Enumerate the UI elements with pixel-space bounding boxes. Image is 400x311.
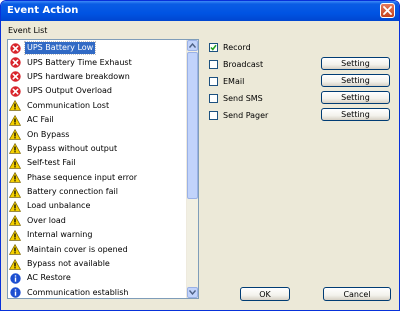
event-list-rows: UPS Battery Low UPS Battery Time Exhaust U… (9, 41, 187, 298)
email-checkbox[interactable] (209, 76, 218, 86)
error-icon (9, 85, 21, 97)
event-list-item[interactable]: Internal warning (9, 228, 187, 242)
window-title: Event Action (7, 5, 79, 16)
event-list-item-label: Internal warning (27, 230, 93, 240)
event-list-item[interactable]: AC Fail (9, 113, 187, 127)
pager-checkbox[interactable] (209, 110, 218, 120)
cancel-button[interactable]: Cancel (323, 287, 391, 301)
warning-icon (9, 143, 21, 155)
event-list-item[interactable]: Communication establish (9, 286, 187, 298)
warning-icon (9, 215, 21, 227)
arrow-down-icon (189, 290, 196, 295)
event-list-item[interactable]: Phase sequence input error (9, 171, 187, 185)
pager-setting-button[interactable]: Setting (321, 108, 390, 121)
record-label: Record (223, 42, 251, 52)
event-list-item[interactable]: Maintain cover is opened (9, 242, 187, 256)
email-option[interactable]: EMail (209, 75, 244, 87)
event-list-item-label: UPS Battery Time Exhaust (27, 57, 132, 67)
sms-option[interactable]: Send SMS (209, 92, 263, 104)
warning-icon (9, 244, 21, 256)
event-list-item-label: AC Restore (27, 273, 71, 283)
sms-label: Send SMS (223, 93, 263, 103)
event-list-item-label: Self-test Fail (27, 158, 76, 168)
warning-icon (9, 186, 21, 198)
event-list-item[interactable]: UPS Output Overload (9, 84, 187, 98)
event-list-item[interactable]: Bypass without output (9, 142, 187, 156)
event-list-item[interactable]: UPS Battery Time Exhaust (9, 55, 187, 69)
sms-setting-button[interactable]: Setting (321, 91, 390, 104)
event-list-item-label: Maintain cover is opened (27, 244, 128, 254)
event-action-dialog: Event Action Event List UPS Battery Low U… (0, 0, 400, 311)
error-icon (9, 42, 21, 54)
event-list-item-label: Phase sequence input error (27, 172, 138, 182)
event-list-item-label: UPS Battery Low (23, 41, 97, 56)
record-checkbox[interactable] (209, 42, 218, 52)
event-list-item[interactable]: UPS Battery Low (9, 41, 187, 56)
broadcast-setting-button[interactable]: Setting (321, 57, 390, 70)
warning-icon (9, 100, 21, 112)
error-icon (9, 71, 21, 83)
vertical-scrollbar[interactable] (186, 40, 198, 298)
title-bar: Event Action (1, 1, 399, 21)
event-list-item[interactable]: AC Restore (9, 271, 187, 285)
event-listbox[interactable]: UPS Battery Low UPS Battery Time Exhaust U… (7, 39, 199, 299)
event-list-item-label: Bypass without output (27, 143, 118, 153)
info-icon (9, 272, 21, 284)
sms-checkbox[interactable] (209, 93, 218, 103)
pager-label: Send Pager (223, 110, 269, 120)
event-list-item[interactable]: UPS hardware breakdown (9, 70, 187, 84)
close-button[interactable] (380, 3, 395, 18)
broadcast-checkbox[interactable] (209, 59, 218, 69)
event-list-item-label: Load unbalance (27, 201, 91, 211)
event-list-item[interactable]: Bypass not available (9, 257, 187, 271)
event-list-item-label: Bypass not available (27, 259, 110, 269)
event-list-item-label: Communication establish (27, 287, 129, 297)
scroll-up-button[interactable] (187, 40, 198, 51)
event-list-item[interactable]: Communication Lost (9, 99, 187, 113)
event-list-item[interactable]: Battery connection fail (9, 185, 187, 199)
info-icon (9, 287, 21, 298)
event-list-item-label: AC Fail (27, 115, 54, 125)
ok-button[interactable]: OK (240, 287, 290, 301)
event-list-item-label: Over load (27, 215, 66, 225)
warning-icon (9, 229, 21, 241)
event-list-item[interactable]: On Bypass (9, 127, 187, 141)
pager-option[interactable]: Send Pager (209, 109, 268, 121)
warning-icon (9, 258, 21, 270)
close-icon (383, 6, 392, 15)
warning-icon (9, 157, 21, 169)
event-list-item[interactable]: Load unbalance (9, 199, 187, 213)
event-list-label: Event List (8, 26, 48, 35)
scroll-down-button[interactable] (187, 287, 198, 298)
event-list-item-label: On Bypass (27, 129, 70, 139)
scroll-thumb[interactable] (187, 52, 198, 199)
email-setting-button[interactable]: Setting (321, 74, 390, 87)
email-label: EMail (223, 76, 245, 86)
event-list-item-label: Battery connection fail (27, 187, 118, 197)
error-icon (9, 57, 21, 69)
arrow-up-icon (189, 43, 196, 48)
event-list-item-label: Communication Lost (27, 100, 110, 110)
warning-icon (9, 172, 21, 184)
event-list-item-label: UPS Output Overload (27, 86, 112, 96)
warning-icon (9, 114, 21, 126)
event-list-item[interactable]: Self-test Fail (9, 156, 187, 170)
checkmark-icon (210, 44, 217, 51)
broadcast-option[interactable]: Broadcast (209, 58, 263, 70)
warning-icon (9, 129, 21, 141)
event-list-item-label: UPS hardware breakdown (27, 71, 130, 81)
warning-icon (9, 200, 21, 212)
event-list-item[interactable]: Over load (9, 214, 187, 228)
record-option[interactable]: Record (209, 41, 251, 53)
broadcast-label: Broadcast (223, 59, 264, 69)
